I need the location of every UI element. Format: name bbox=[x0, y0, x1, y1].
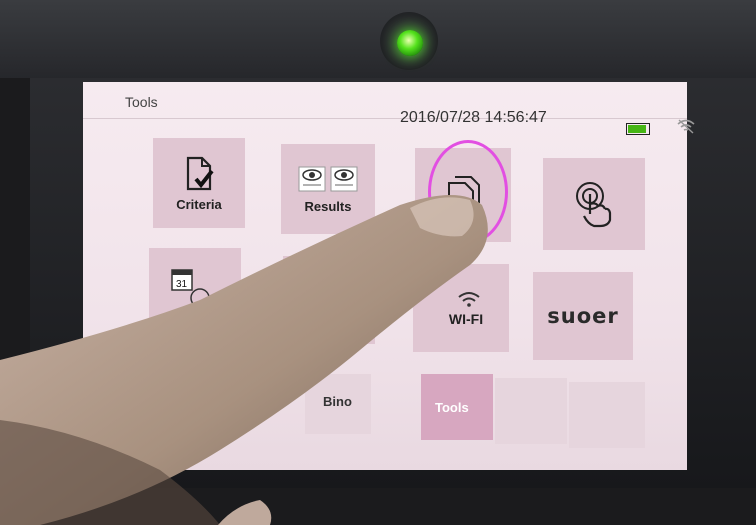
pointing-finger bbox=[0, 195, 488, 525]
device-photo: Tools Criteria Results 31 WI-FI suoer Bi… bbox=[0, 0, 756, 525]
